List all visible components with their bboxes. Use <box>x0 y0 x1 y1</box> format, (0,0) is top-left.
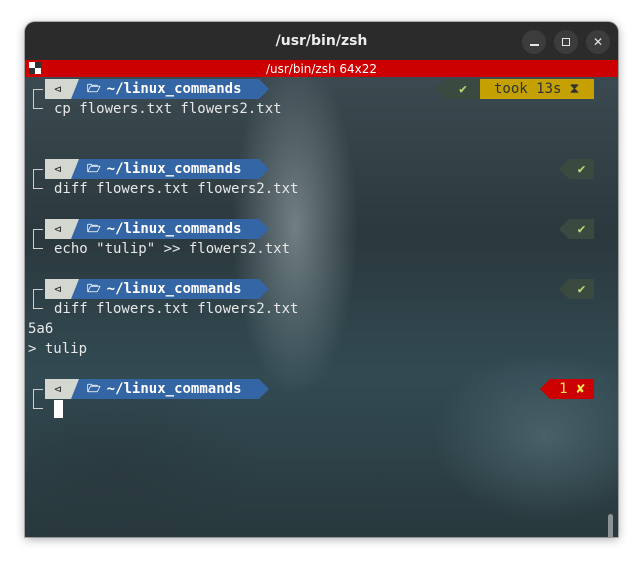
current-directory: 🗁 ~/linux_commands <box>79 79 259 99</box>
prompt-bracket-bottom <box>33 239 43 249</box>
command-text: echo "tulip" >> flowers2.txt <box>54 241 291 257</box>
command-line: cp flowers.txt flowers2.txt <box>25 99 618 119</box>
minimize-icon <box>529 44 539 46</box>
text-cursor <box>54 400 63 418</box>
output-line: > tulip <box>25 339 618 359</box>
status-arrow <box>436 79 446 99</box>
os-icon: ⊲ <box>45 219 71 239</box>
command-line: diff flowers.txt flowers2.txt <box>25 299 618 319</box>
prompt-line: ⊲ 🗁 ~/linux_commands ✔ took 13s ⧗ <box>25 79 618 99</box>
os-icon: ⊲ <box>45 379 71 399</box>
segment-separator <box>71 79 79 99</box>
directory-path: ~/linux_commands <box>106 81 242 97</box>
os-icon: ⊲ <box>45 79 71 99</box>
directory-path: ~/linux_commands <box>106 381 242 397</box>
folder-icon: 🗁 <box>87 281 101 295</box>
status-ok-icon: ✔ <box>569 159 594 179</box>
terminal-area[interactable]: ⊲ 🗁 ~/linux_commands ✔ took 13s ⧗ cp flowe… <box>25 77 618 537</box>
close-icon: ✕ <box>592 35 604 49</box>
directory-path: ~/linux_commands <box>106 221 242 237</box>
os-icon: ⊲ <box>45 159 71 179</box>
folder-icon: 🗁 <box>87 161 101 175</box>
directory-path: ~/linux_commands <box>106 161 242 177</box>
folder-icon: 🗁 <box>87 81 101 95</box>
command-text: diff flowers.txt flowers2.txt <box>54 301 299 317</box>
command-line: diff flowers.txt flowers2.txt <box>25 179 618 199</box>
prompt-bracket-top <box>33 169 43 179</box>
segment-separator <box>71 159 79 179</box>
prompt-line: ⊲ 🗁 ~/linux_commands ✔ <box>25 219 618 239</box>
terminal-tab-icon <box>29 62 41 74</box>
segment-arrow <box>259 279 269 299</box>
status-arrow <box>559 219 569 239</box>
prompt-line: ⊲ 🗁 ~/linux_commands 1 ✘ <box>25 379 618 399</box>
prompt-bracket-top <box>33 389 43 399</box>
prompt-bracket-bottom <box>33 299 43 309</box>
exit-code: 1 <box>559 381 568 397</box>
segment-arrow <box>259 159 269 179</box>
maximize-button[interactable] <box>554 30 578 54</box>
prompt-line: ⊲ 🗁 ~/linux_commands ✔ <box>25 159 618 179</box>
folder-icon: 🗁 <box>87 221 101 235</box>
exit-code-status: 1 ✘ <box>550 379 594 399</box>
status-arrow <box>559 279 569 299</box>
current-directory: 🗁 ~/linux_commands <box>79 219 259 239</box>
minimize-button[interactable] <box>522 30 546 54</box>
status-ok-icon: ✔ <box>569 279 594 299</box>
command-line: echo "tulip" >> flowers2.txt <box>25 239 618 259</box>
command-text: cp flowers.txt flowers2.txt <box>54 101 282 117</box>
command-duration: took 13s ⧗ <box>480 79 594 99</box>
close-button[interactable]: ✕ <box>586 30 610 54</box>
terminal-tab[interactable]: /usr/bin/zsh 64x22 <box>25 60 618 77</box>
current-directory: 🗁 ~/linux_commands <box>79 159 259 179</box>
segment-arrow <box>259 379 269 399</box>
terminal-window: /usr/bin/zsh ✕ /usr/bin/zsh 64x22 ⊲ 🗁 ~/l… <box>25 22 618 537</box>
folder-icon: 🗁 <box>87 381 101 395</box>
command-text: diff flowers.txt flowers2.txt <box>54 181 299 197</box>
current-directory: 🗁 ~/linux_commands <box>79 279 259 299</box>
status-ok-icon: ✔ <box>446 79 480 99</box>
output-line: 5a6 <box>25 319 618 339</box>
error-arrow <box>540 379 550 399</box>
status-arrow <box>559 159 569 179</box>
command-output: 5a6 <box>28 321 54 337</box>
prompt-line: ⊲ 🗁 ~/linux_commands ✔ <box>25 279 618 299</box>
hourglass-icon: ⧗ <box>569 81 580 97</box>
prompt-bracket-top <box>33 229 43 239</box>
command-output: > tulip <box>28 341 88 357</box>
current-directory: 🗁 ~/linux_commands <box>79 379 259 399</box>
duration-text: took 13s <box>494 81 562 97</box>
tab-title: /usr/bin/zsh 64x22 <box>265 61 378 76</box>
segment-separator <box>71 219 79 239</box>
maximize-icon <box>562 38 570 46</box>
input-line[interactable] <box>25 399 618 419</box>
segment-separator <box>71 279 79 299</box>
segment-arrow <box>259 79 269 99</box>
prompt-bracket-bottom <box>33 399 43 409</box>
prompt-bracket-bottom <box>33 179 43 189</box>
directory-path: ~/linux_commands <box>106 281 242 297</box>
prompt-bracket-bottom <box>33 99 43 109</box>
prompt-bracket-top <box>33 289 43 299</box>
scrollbar-thumb[interactable] <box>608 514 613 537</box>
title-bar[interactable]: /usr/bin/zsh ✕ <box>25 22 618 60</box>
os-icon: ⊲ <box>45 279 71 299</box>
error-icon: ✘ <box>576 381 585 397</box>
window-title: /usr/bin/zsh <box>275 33 368 49</box>
prompt-bracket-top <box>33 89 43 99</box>
segment-separator <box>71 379 79 399</box>
segment-arrow <box>259 219 269 239</box>
status-ok-icon: ✔ <box>569 219 594 239</box>
